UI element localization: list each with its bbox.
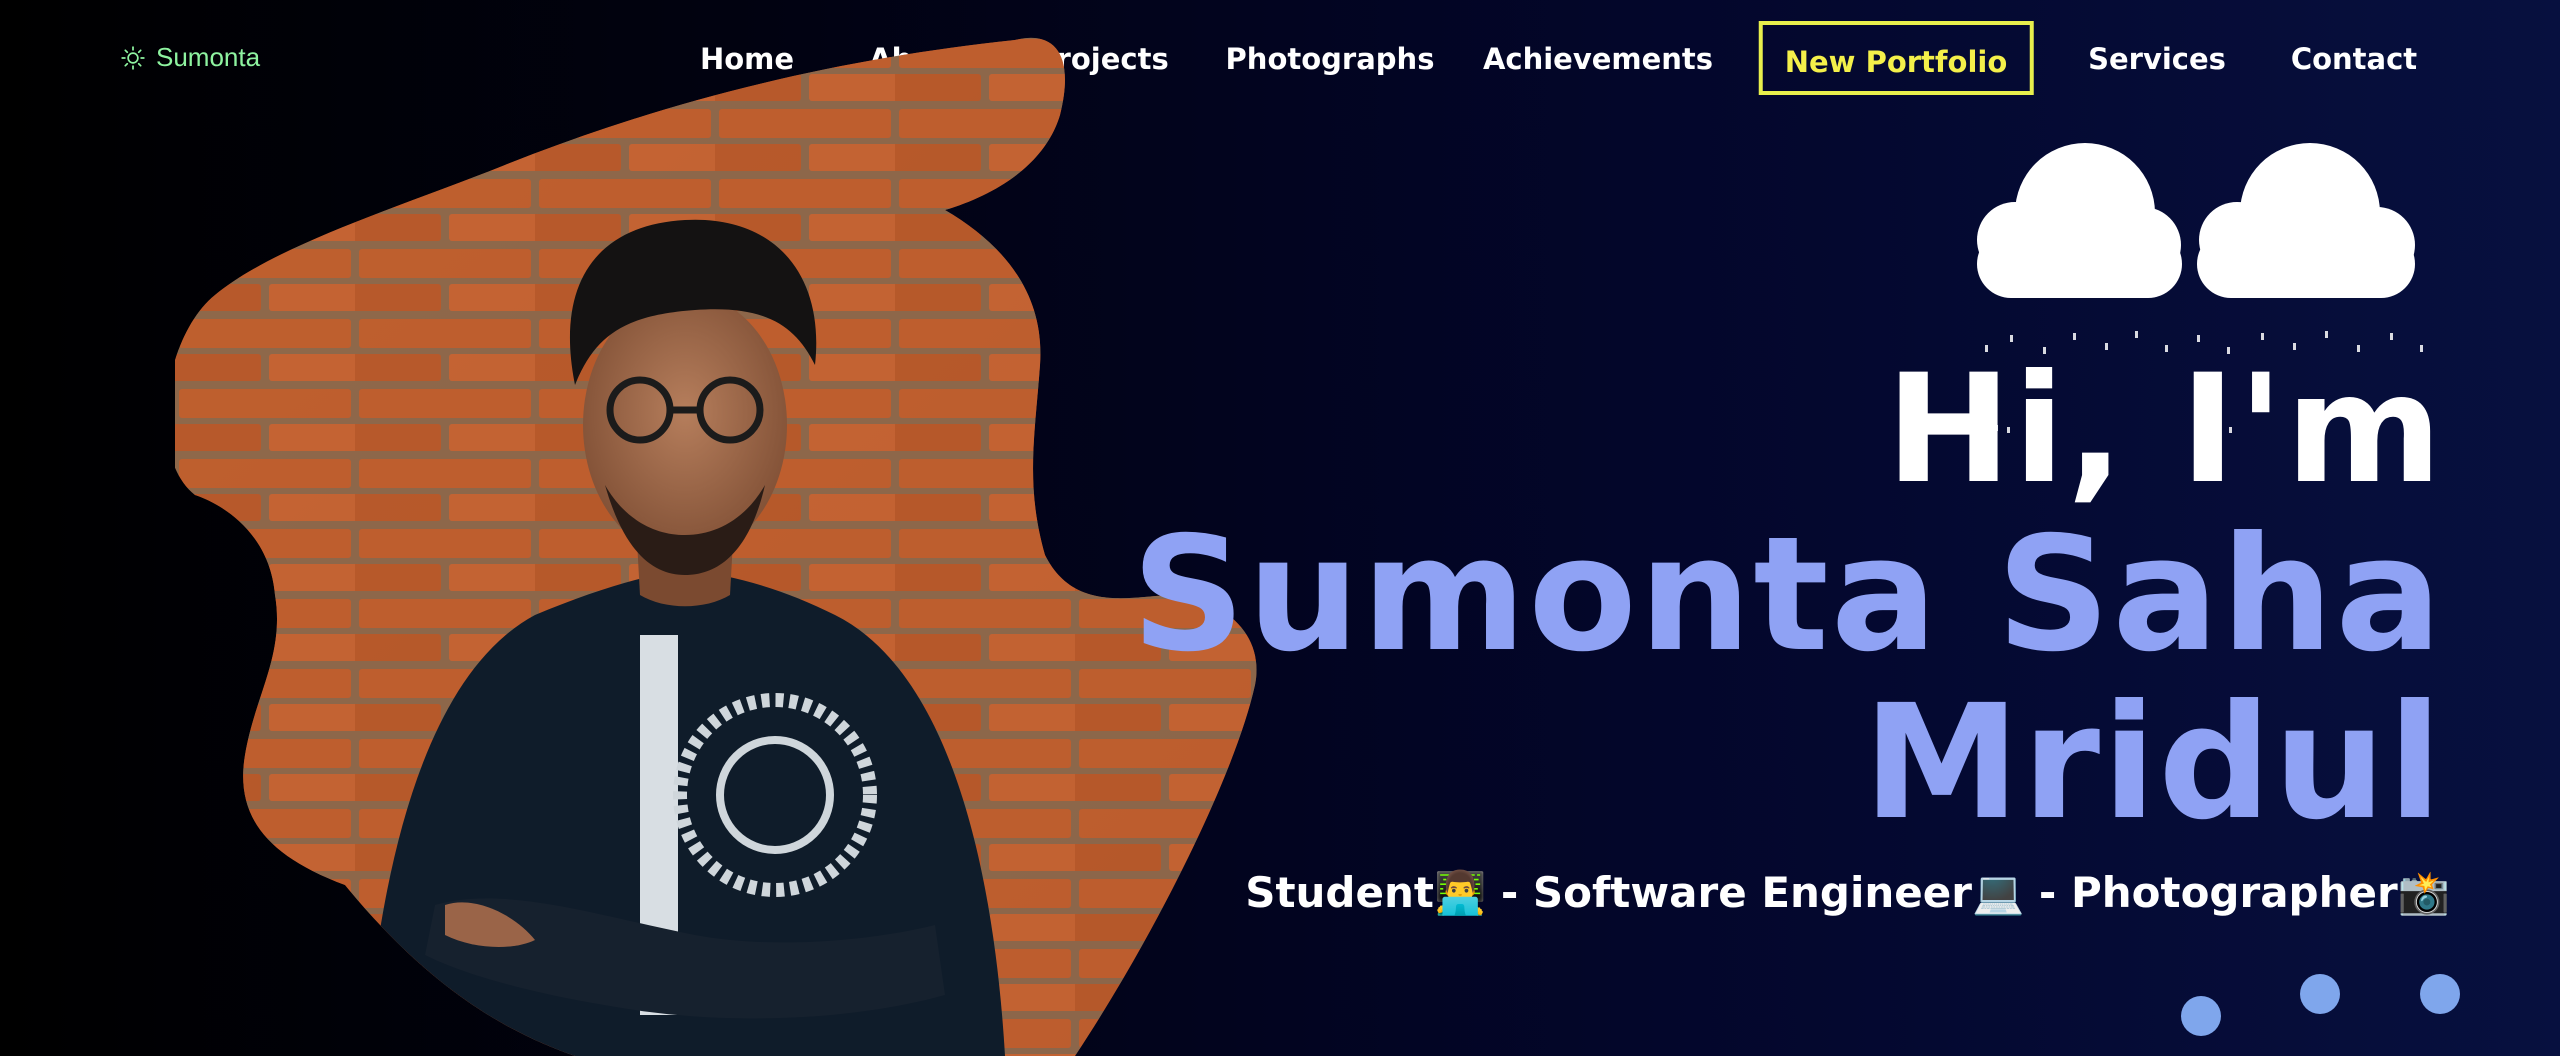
nav-services[interactable]: Services [2088,20,2226,98]
carousel-dot-1[interactable] [2181,996,2221,1036]
hero-heading: Hi, I'm Sumonta Saha Mridul [1131,350,2444,846]
hero-tagline: Student👨‍💻 - Software Engineer💻 - Photog… [1245,868,2450,917]
carousel-dots [0,974,2560,1036]
profile-photo [175,37,1257,1056]
hero-name-last: Mridul [1862,671,2444,855]
carousel-dot-2[interactable] [2300,974,2340,1014]
carousel-dot-3[interactable] [2420,974,2460,1014]
nav-contact[interactable]: Contact [2291,20,2417,98]
nav-new-portfolio-button[interactable]: New Portfolio [1758,21,2034,95]
hero-greeting: Hi, I'm [1885,343,2444,517]
nav-achievements[interactable]: Achievements [1483,20,1713,98]
hero-name-first: Sumonta Saha [1131,503,2444,687]
